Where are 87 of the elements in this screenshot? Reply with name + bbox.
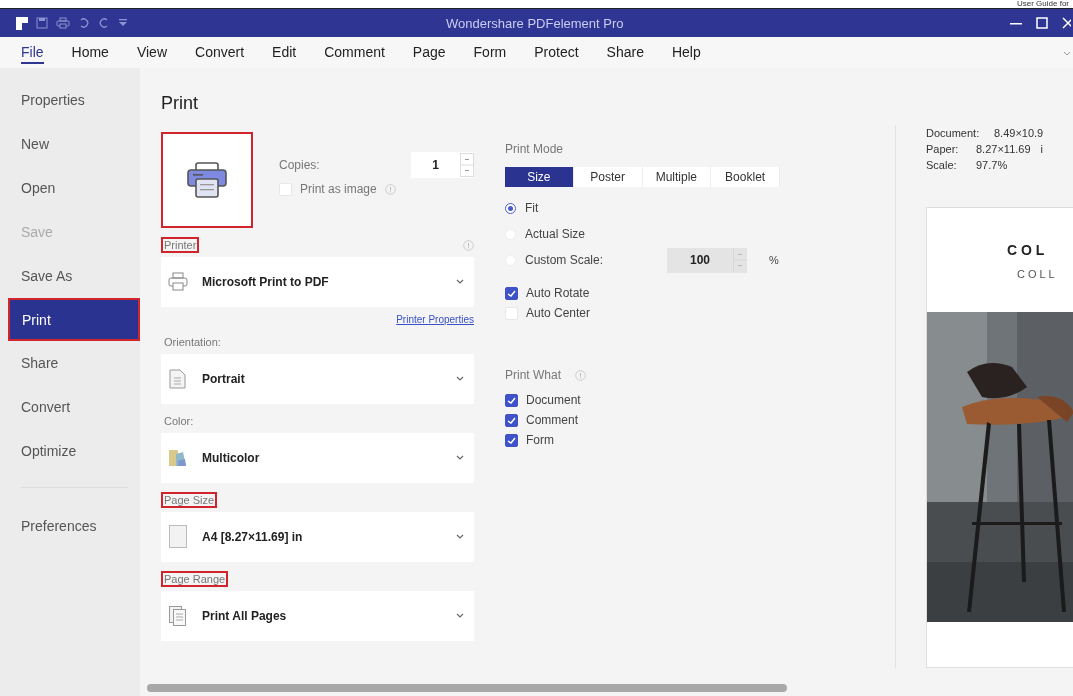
chevron-down-icon <box>456 613 464 619</box>
info-label: Document: <box>926 127 981 139</box>
section-label: Print What <box>505 368 561 382</box>
info-value: 8.49×10.9 <box>994 127 1044 139</box>
info-label: Paper: <box>926 143 960 155</box>
stepper-icon[interactable] <box>460 153 474 177</box>
field-label: Page Size <box>161 492 218 508</box>
page-title: Print <box>161 93 199 114</box>
dropdown[interactable]: Print All Pages <box>161 591 474 641</box>
menu-tab[interactable]: Protect <box>534 41 579 64</box>
blank-page-icon <box>168 525 188 549</box>
radio-label: Actual Size <box>525 227 586 241</box>
color-swatch-icon <box>168 448 188 468</box>
checkbox[interactable] <box>505 433 518 447</box>
checkbox-label: Auto Rotate <box>526 286 590 300</box>
menu-tab[interactable]: View <box>136 41 167 64</box>
pages-icon <box>168 606 188 626</box>
dropdown[interactable]: Portrait <box>161 354 474 404</box>
checkbox[interactable] <box>505 413 518 427</box>
unit-label: % <box>769 254 780 266</box>
page-header-text: User Guide for <box>1016 0 1070 8</box>
info-value: 8.27×11.69 <box>976 143 1031 155</box>
field-label: Orientation: <box>163 335 222 350</box>
radio-label: Custom Scale: <box>525 253 604 267</box>
sidebar-item[interactable]: Convert <box>0 385 140 429</box>
menu-tab[interactable]: Share <box>606 41 644 64</box>
scrollbar[interactable] <box>147 684 787 692</box>
menu-tab[interactable]: Form <box>473 41 507 64</box>
sidebar-item[interactable]: Save As <box>0 254 140 298</box>
chevron-down-icon <box>456 455 464 461</box>
menu-tab[interactable]: Page <box>412 41 446 64</box>
checkbox-label: Document <box>526 393 581 407</box>
section-label: Print Mode <box>505 142 565 156</box>
field-label: Printer <box>161 237 200 253</box>
menu-tab[interactable]: Home <box>71 41 109 64</box>
info-value: 97.7% <box>976 159 1008 171</box>
printer-icon <box>187 162 227 198</box>
menu-tab[interactable]: Help <box>671 41 701 64</box>
sidebar-item[interactable]: Properties <box>0 78 140 122</box>
printer-properties-link[interactable]: Printer Properties <box>161 314 474 325</box>
check-icon <box>507 288 516 298</box>
sidebar-item[interactable]: Print <box>8 298 140 341</box>
copies-field[interactable]: 1 <box>411 152 474 178</box>
field-label: Page Range <box>161 571 229 587</box>
checkbox[interactable] <box>505 393 518 407</box>
dropdown[interactable]: Microsoft Print to PDF <box>161 257 474 307</box>
menu-tab[interactable]: File <box>21 41 44 64</box>
unit-label: i <box>1040 143 1043 155</box>
sidebar-item[interactable]: Optimize <box>0 429 140 473</box>
dropdown[interactable]: A4 [8.27×11.69] in <box>161 512 474 562</box>
field-label: Color: <box>163 414 195 429</box>
radio-label: Fit <box>525 201 539 215</box>
radio-button[interactable] <box>505 202 516 214</box>
undo-icon[interactable] <box>78 17 90 29</box>
sidebar-item[interactable]: Open <box>0 166 140 210</box>
scale-field[interactable]: 100 <box>667 247 747 273</box>
copies-label: Copies: <box>279 158 320 172</box>
chevron-down-icon <box>456 279 464 285</box>
info-label: Scale: <box>926 159 958 171</box>
save-icon[interactable] <box>36 17 48 29</box>
dropdown[interactable]: Multicolor <box>161 433 474 483</box>
menu-tab[interactable]: Convert <box>195 41 245 64</box>
printer-icon <box>168 272 188 292</box>
print-icon[interactable] <box>56 17 70 29</box>
maximize-icon[interactable] <box>1036 17 1048 29</box>
preview-heading: C O L <box>1007 242 1046 258</box>
app-logo-icon <box>16 16 28 30</box>
menu-tab[interactable]: Edit <box>272 41 297 64</box>
redo-icon[interactable] <box>98 17 110 29</box>
checkbox-label: Comment <box>526 413 578 427</box>
close-icon[interactable] <box>1062 17 1071 29</box>
customize-dropdown-icon[interactable] <box>118 18 128 28</box>
checkbox-label: Form <box>526 433 554 447</box>
mode-tab[interactable]: Size <box>505 167 574 187</box>
checkbox[interactable] <box>505 286 518 300</box>
chevron-down-icon <box>456 534 464 540</box>
checkbox-label: Print as image <box>300 182 377 196</box>
preview-heading: C O L L <box>1017 268 1056 280</box>
checkbox-label: Auto Center <box>526 306 591 320</box>
chevron-down-icon <box>456 376 464 382</box>
document-icon <box>168 369 188 389</box>
window-title: Wondershare PDFelement Pro <box>446 15 625 31</box>
sidebar-item[interactable]: Preferences <box>0 504 140 548</box>
sidebar-item[interactable]: New <box>0 122 140 166</box>
menu-tab[interactable]: Comment <box>324 41 385 64</box>
sidebar-item[interactable]: Share <box>0 341 140 385</box>
collapse-chevron-icon[interactable] <box>1063 51 1071 57</box>
